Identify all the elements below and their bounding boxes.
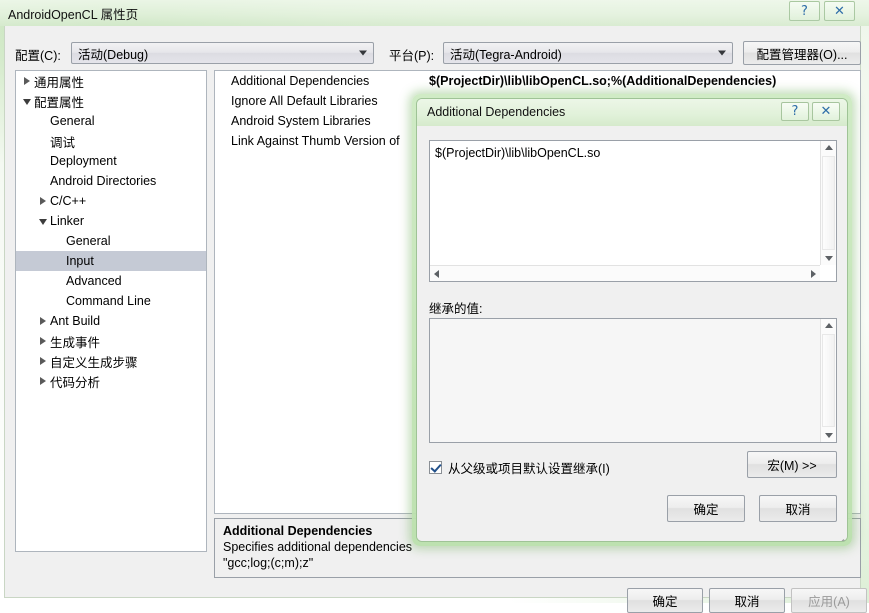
tree-item-ant-build[interactable]: Ant Build [16,311,206,331]
help-button[interactable]: ? [789,1,820,21]
triangle-down-icon[interactable] [20,94,34,108]
tree-item-[interactable]: 调试 [16,131,206,151]
tree-item-input[interactable]: Input [16,251,206,271]
tree-item-label: Advanced [66,274,122,288]
config-label: 配置(C): [15,49,61,63]
platform-combo[interactable]: 活动(Tegra-Android) [443,42,733,64]
configuration-combo-value: 活动(Debug) [78,47,149,62]
tree-item-deployment[interactable]: Deployment [16,151,206,171]
dialog-ok-button[interactable]: 确定 [667,495,745,522]
triangle-right-icon[interactable] [36,354,50,368]
inherited-vertical-scrollbar[interactable] [820,319,836,442]
triangle-right-icon[interactable] [20,74,34,88]
scroll-thumb[interactable] [822,334,835,427]
apply-button[interactable]: 应用(A) [791,588,867,613]
tree-item-label: 生成事件 [50,335,101,350]
triangle-right-icon[interactable] [36,334,50,348]
tree-item-general[interactable]: General [16,111,206,131]
dialog-close-button[interactable]: ✕ [812,102,840,121]
scroll-up-icon[interactable] [825,145,833,150]
configuration-combo[interactable]: 活动(Debug) [71,42,374,64]
tree-item-label: General [66,234,111,248]
property-value[interactable]: $(ProjectDir)\lib\libOpenCL.so;%(Additio… [427,74,860,88]
property-row[interactable]: Additional Dependencies $(ProjectDir)\lib… [215,71,860,91]
close-icon: ✕ [834,3,845,19]
description-line-2: "gcc;log;(c;m);z" [223,556,314,570]
help-icon: ? [801,3,808,19]
scroll-right-icon[interactable] [811,270,816,278]
ok-button[interactable]: 确定 [627,588,703,613]
additional-dependencies-dialog: Additional Dependencies ? ✕ $(ProjectDir… [416,98,848,542]
tree-item-label: General [50,114,95,128]
property-name: Additional Dependencies [231,74,370,88]
tree-item-[interactable]: 自定义生成步骤 [16,351,206,371]
editor-horizontal-scrollbar[interactable] [430,265,820,281]
tree-item-label: Ant Build [50,314,101,328]
property-name: Android System Libraries [231,114,371,128]
scroll-down-icon[interactable] [825,433,833,438]
tree-item-command-line[interactable]: Command Line [16,291,206,311]
triangle-right-icon[interactable] [36,194,50,208]
tree-item-label: C/C++ [50,194,87,208]
window-titlebar: AndroidOpenCL 属性页 ? ✕ [0,0,869,26]
configuration-manager-button[interactable]: 配置管理器(O)... [743,41,861,65]
tree-item-label: 调试 [50,135,76,150]
macros-button[interactable]: 宏(M) >> [747,451,837,478]
dependencies-editor-value: $(ProjectDir)\lib\libOpenCL.so [435,146,601,160]
scroll-up-icon[interactable] [825,323,833,328]
tree-item-android-directories[interactable]: Android Directories [16,171,206,191]
inherited-values-label: 继承的值: [429,302,483,316]
dialog-titlebar: Additional Dependencies ? ✕ [417,99,847,126]
tree-item-label: Deployment [50,154,117,168]
tree-item-linker[interactable]: Linker [16,211,206,231]
cancel-button[interactable]: 取消 [709,588,785,613]
resize-grip[interactable] [831,528,845,541]
dialog-help-button[interactable]: ? [781,102,809,121]
tree-item-label: 配置属性 [34,95,85,110]
triangle-down-icon[interactable] [36,214,50,228]
property-tree[interactable]: 通用属性配置属性 General 调试 Deployment Android Direc… [15,70,207,552]
triangle-right-icon[interactable] [36,374,50,388]
tree-item-[interactable]: 通用属性 [16,71,206,91]
tree-item-label: Input [66,254,94,268]
tree-item-label: 自定义生成步骤 [50,355,138,370]
window-title: AndroidOpenCL 属性页 [8,8,139,22]
chevron-down-icon [359,50,367,56]
tree-item-[interactable]: 配置属性 [16,91,206,111]
inherit-from-parent-label: 从父级或项目默认设置继承(I) [448,462,610,476]
close-button[interactable]: ✕ [824,1,855,21]
tree-item-label: Android Directories [50,174,157,188]
scroll-thumb[interactable] [822,156,835,250]
configuration-toolbar: 配置(C): 活动(Debug) 平台(P): 活动(Tegra-Android… [5,26,861,70]
dialog-body: $(ProjectDir)\lib\libOpenCL.so 继承的值: 从父级… [417,126,847,541]
tree-item-label: 代码分析 [50,375,101,390]
platform-combo-value: 活动(Tegra-Android) [450,47,562,62]
tree-item-label: Command Line [66,294,151,308]
tree-item-advanced[interactable]: Advanced [16,271,206,291]
tree-item-label: Linker [50,214,85,228]
property-name: Link Against Thumb Version of [231,134,400,148]
tree-item-c-c[interactable]: C/C++ [16,191,206,211]
tree-item-[interactable]: 生成事件 [16,331,206,351]
close-icon: ✕ [820,104,832,119]
scroll-left-icon[interactable] [434,270,439,278]
dialog-cancel-button[interactable]: 取消 [759,495,837,522]
property-name: Ignore All Default Libraries [231,94,378,108]
inherit-from-parent-checkbox[interactable]: 从父级或项目默认设置继承(I) [429,458,610,477]
editor-vertical-scrollbar[interactable] [820,141,836,265]
scroll-down-icon[interactable] [825,256,833,261]
platform-label: 平台(P): [389,49,435,63]
tree-item-[interactable]: 代码分析 [16,371,206,391]
checkbox-checked-icon[interactable] [429,461,442,474]
inherited-values-box [429,318,837,443]
triangle-right-icon[interactable] [36,314,50,328]
dependencies-editor[interactable]: $(ProjectDir)\lib\libOpenCL.so [429,140,837,282]
chevron-down-icon [718,50,726,56]
tree-item-general[interactable]: General [16,231,206,251]
tree-item-label: 通用属性 [34,75,85,90]
dialog-title: Additional Dependencies [427,105,566,119]
help-icon: ? [791,104,799,119]
